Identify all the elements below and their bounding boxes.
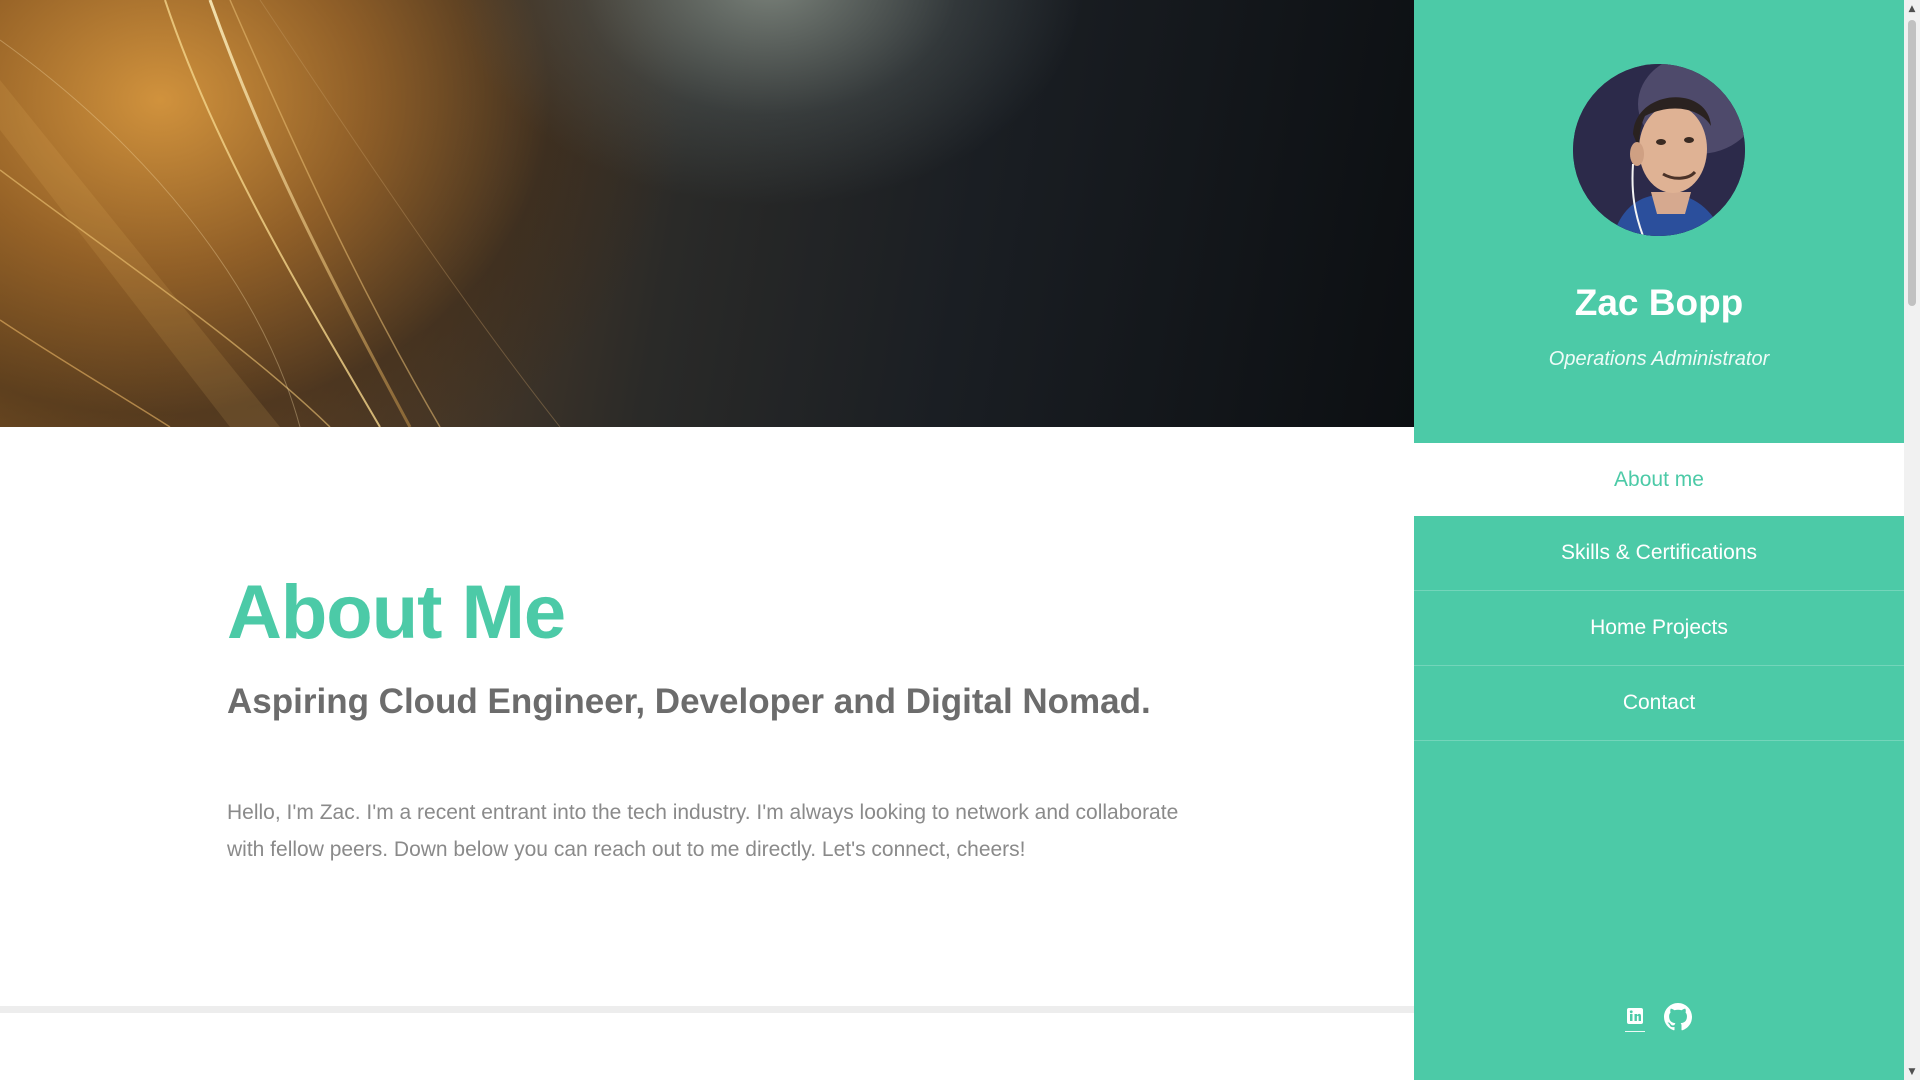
social-links <box>1414 1002 1904 1032</box>
main-content: About Me Aspiring Cloud Engineer, Develo… <box>0 0 1414 1080</box>
page: About Me Aspiring Cloud Engineer, Develo… <box>0 0 1920 1080</box>
nav-item-home-projects[interactable]: Home Projects <box>1414 591 1904 666</box>
page-scrollbar[interactable]: ▲ ▼ <box>1904 0 1920 1080</box>
about-subtitle: Aspiring Cloud Engineer, Developer and D… <box>227 682 1151 721</box>
avatar-portrait <box>1573 64 1745 236</box>
hero-banner-image <box>0 0 1414 427</box>
profile-role: Operations Administrator <box>1548 348 1770 370</box>
linkedin-link[interactable] <box>1625 1002 1645 1032</box>
profile-name: Zac Bopp <box>1574 282 1744 323</box>
scroll-up-arrow-icon[interactable]: ▲ <box>1904 0 1920 17</box>
nav-item-contact[interactable]: Contact <box>1414 666 1904 741</box>
scroll-down-arrow-icon[interactable]: ▼ <box>1904 1063 1920 1080</box>
section-divider <box>0 1006 1414 1013</box>
github-icon <box>1664 1003 1692 1031</box>
linkedin-icon <box>1627 1007 1643 1024</box>
avatar <box>1573 64 1745 236</box>
about-section: About Me Aspiring Cloud Engineer, Develo… <box>227 568 1227 868</box>
about-title: About Me <box>227 570 566 655</box>
scroll-thumb[interactable] <box>1908 20 1916 306</box>
nav-item-about-me[interactable]: About me <box>1414 443 1904 516</box>
github-link[interactable] <box>1663 1002 1693 1032</box>
sidebar-nav: About me Skills & Certifications Home Pr… <box>1414 443 1904 741</box>
sidebar: Zac Bopp Operations Administrator About … <box>1414 0 1904 1080</box>
hero-light-streaks <box>0 0 561 427</box>
nav-item-skills-certifications[interactable]: Skills & Certifications <box>1414 516 1904 591</box>
about-text: Hello, I'm Zac. I'm a recent entrant int… <box>227 801 1179 861</box>
